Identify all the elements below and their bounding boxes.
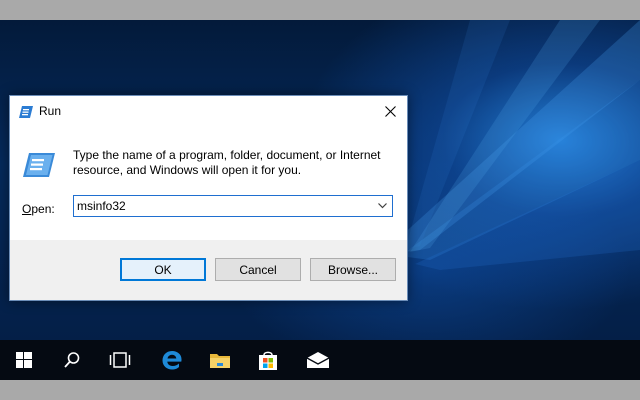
run-dialog: Run Type the name of a program, folder, … <box>9 95 408 301</box>
chevron-down-icon[interactable] <box>372 196 392 216</box>
screen: Run Type the name of a program, folder, … <box>0 0 640 400</box>
edge-icon[interactable] <box>148 340 196 380</box>
store-icon[interactable] <box>244 340 292 380</box>
open-label-mnemonic: O <box>22 202 32 216</box>
close-icon <box>384 105 396 117</box>
run-program-icon <box>23 153 55 182</box>
run-icon <box>19 105 33 123</box>
browse-button[interactable]: Browse... <box>310 258 396 281</box>
windows-start-icon[interactable] <box>0 340 48 380</box>
search-icon[interactable] <box>48 340 96 380</box>
dialog-title: Run <box>39 104 62 118</box>
dialog-titlebar[interactable]: Run <box>10 96 407 126</box>
close-button[interactable] <box>373 96 407 126</box>
open-combobox[interactable] <box>73 195 393 217</box>
ok-button[interactable]: OK <box>120 258 206 281</box>
dialog-description: Type the name of a program, folder, docu… <box>73 148 381 177</box>
mail-icon[interactable] <box>294 340 342 380</box>
dialog-body: Type the name of a program, folder, docu… <box>10 126 407 240</box>
open-input[interactable] <box>74 196 370 216</box>
open-label: Open: <box>22 202 55 216</box>
cancel-button[interactable]: Cancel <box>215 258 301 281</box>
taskbar <box>0 340 640 380</box>
file-explorer-icon[interactable] <box>196 340 244 380</box>
open-label-text: pen: <box>31 202 55 216</box>
task-view-icon[interactable] <box>96 340 144 380</box>
